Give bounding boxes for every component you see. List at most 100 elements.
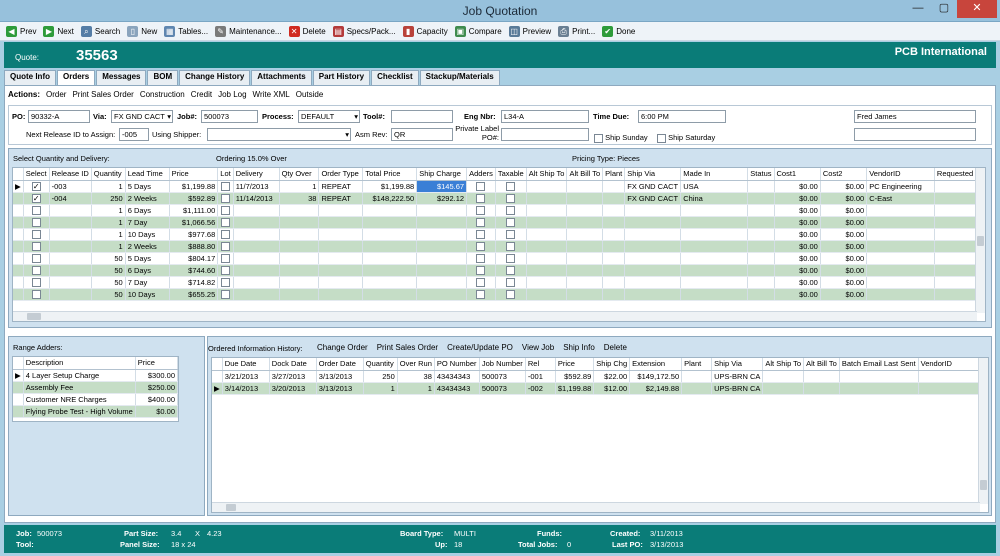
row-checkbox[interactable]	[31, 229, 41, 239]
column-header[interactable]: Select	[23, 168, 50, 181]
column-header[interactable]: Extension	[629, 358, 683, 371]
next-button[interactable]: ▶ Next	[43, 25, 74, 37]
table-cell[interactable]	[217, 264, 234, 277]
history-action-change-order[interactable]: Change Order	[317, 343, 368, 352]
table-cell[interactable]	[495, 276, 527, 289]
table-cell[interactable]	[747, 288, 775, 301]
table-cell[interactable]	[279, 288, 320, 301]
table-cell[interactable]: 4 Layer Setup Charge	[23, 369, 136, 382]
table-cell[interactable]	[466, 228, 496, 241]
table-cell[interactable]	[318, 228, 364, 241]
table-cell[interactable]	[318, 288, 364, 301]
table-cell[interactable]	[566, 252, 604, 265]
table-cell[interactable]	[49, 264, 92, 277]
table-cell[interactable]	[279, 228, 320, 241]
table-cell[interactable]	[762, 382, 805, 395]
table-cell[interactable]: 2 Weeks	[125, 192, 170, 205]
table-cell[interactable]: $0.00	[774, 180, 821, 193]
column-header[interactable]: Dock Date	[269, 358, 317, 371]
table-cell[interactable]	[681, 370, 713, 383]
table-cell[interactable]	[495, 216, 527, 229]
table-cell[interactable]: $0.00	[774, 276, 821, 289]
quantity-hscroll[interactable]	[13, 311, 977, 321]
history-action-delete[interactable]: Delete	[604, 343, 627, 352]
table-cell[interactable]	[49, 252, 92, 265]
table-cell[interactable]: $292.12	[416, 192, 468, 205]
table-cell[interactable]	[13, 381, 24, 394]
row-checkbox[interactable]	[221, 229, 230, 239]
table-cell[interactable]	[362, 216, 418, 229]
table-cell[interactable]: 5 Days	[125, 180, 170, 193]
table-cell[interactable]	[624, 204, 682, 217]
table-cell[interactable]: 7 Day	[125, 276, 170, 289]
table-cell[interactable]	[526, 180, 568, 193]
table-cell[interactable]	[13, 252, 24, 265]
column-header[interactable]: Plant	[681, 358, 713, 371]
table-row[interactable]: 3/21/2013 3/27/2013 3/13/2013 250 38 43434343…	[212, 370, 979, 383]
table-cell[interactable]	[212, 370, 223, 383]
table-cell[interactable]	[13, 240, 24, 253]
table-cell[interactable]: -001	[525, 370, 556, 383]
maximize-button[interactable]: ▢	[931, 0, 957, 18]
column-header[interactable]: Price	[135, 357, 178, 370]
table-cell[interactable]: 6 Days	[125, 264, 170, 277]
table-cell[interactable]	[866, 216, 935, 229]
column-header[interactable]: Cost2	[820, 168, 868, 181]
table-cell[interactable]	[362, 252, 418, 265]
table-cell[interactable]	[279, 252, 320, 265]
history-action-print-sales-order[interactable]: Print Sales Order	[377, 343, 438, 352]
table-cell[interactable]	[416, 216, 468, 229]
row-checkbox[interactable]	[506, 277, 516, 287]
tab-stackup-materials[interactable]: Stackup/Materials	[419, 70, 500, 85]
table-row[interactable]: 16 Days $1,111.00 $0.00 $0.00	[13, 204, 985, 217]
table-cell[interactable]	[217, 252, 234, 265]
table-cell[interactable]	[566, 216, 604, 229]
table-cell[interactable]	[747, 240, 775, 253]
table-cell[interactable]	[747, 228, 775, 241]
ship-sunday-checkbox[interactable]	[594, 133, 603, 143]
table-cell[interactable]: $0.00	[774, 288, 821, 301]
table-cell[interactable]	[526, 228, 568, 241]
table-cell[interactable]	[13, 204, 24, 217]
table-cell[interactable]: C-East	[866, 192, 935, 205]
row-checkbox[interactable]	[476, 241, 486, 251]
preview-button[interactable]: ◫ Preview	[508, 25, 551, 37]
column-header[interactable]: Alt Ship To	[526, 168, 568, 181]
table-cell[interactable]	[233, 276, 280, 289]
column-header[interactable]: Release ID	[49, 168, 92, 181]
table-cell[interactable]	[602, 204, 626, 217]
table-cell[interactable]	[866, 252, 935, 265]
table-cell[interactable]	[13, 228, 24, 241]
row-checkbox[interactable]	[221, 217, 230, 227]
column-header[interactable]: Rel	[525, 358, 556, 371]
table-cell[interactable]: 1	[363, 382, 398, 395]
column-header[interactable]: Order Date	[316, 358, 364, 371]
table-cell[interactable]	[233, 240, 280, 253]
tab-orders[interactable]: Orders	[57, 70, 96, 85]
table-row[interactable]: 1 10 Days $977.68 $0.00 $0.00	[13, 228, 985, 241]
table-cell[interactable]: 1	[91, 228, 126, 241]
table-cell[interactable]: $0.00	[820, 276, 868, 289]
table-cell[interactable]	[362, 228, 418, 241]
table-cell[interactable]	[747, 204, 775, 217]
ship-saturday-checkbox[interactable]	[657, 133, 666, 143]
tab-part-history[interactable]: Part History	[312, 70, 371, 85]
table-cell[interactable]: $300.00	[135, 369, 178, 382]
row-checkbox[interactable]	[506, 265, 516, 275]
prev-button[interactable]: ◀ Prev	[6, 25, 36, 37]
table-cell[interactable]	[49, 228, 92, 241]
asm-rev-input[interactable]: QR	[391, 128, 453, 141]
table-cell[interactable]	[318, 264, 364, 277]
row-checkbox[interactable]	[476, 181, 486, 191]
compare-button[interactable]: ▣ Compare	[454, 25, 502, 37]
column-header[interactable]: Alt Bill To	[803, 358, 840, 371]
table-cell[interactable]	[526, 264, 568, 277]
table-cell[interactable]	[526, 216, 568, 229]
table-cell[interactable]: $1,199.88	[555, 382, 595, 395]
table-cell[interactable]: 50	[91, 288, 126, 301]
table-cell[interactable]	[23, 228, 50, 241]
via-select[interactable]: FX GND CACT ▾	[111, 110, 173, 123]
table-cell[interactable]	[866, 288, 935, 301]
table-cell[interactable]	[23, 264, 50, 277]
column-header[interactable]	[13, 357, 24, 370]
